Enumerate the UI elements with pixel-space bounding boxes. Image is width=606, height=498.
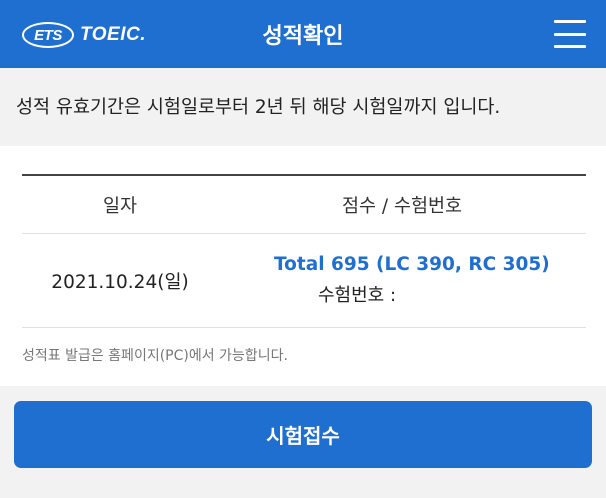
menu-bar: [554, 45, 586, 48]
score-table: 일자 점수 / 수험번호 2021.10.24(일) Total 695 (LC…: [22, 174, 586, 328]
certificate-footnote: 성적표 발급은 홈페이지(PC)에서 가능합니다.: [22, 348, 288, 364]
exam-number: 수험번호 :: [318, 285, 397, 306]
score-panel: 일자 점수 / 수험번호 2021.10.24(일) Total 695 (LC…: [0, 146, 606, 386]
hamburger-menu-icon[interactable]: [554, 20, 586, 48]
menu-bar: [554, 32, 586, 36]
table-row: 2021.10.24(일) Total 695 (LC 390, RC 305)…: [22, 234, 586, 328]
column-header-date: 일자: [102, 195, 138, 217]
table-header: 일자 점수 / 수험번호: [22, 176, 586, 234]
score-cell: Total 695 (LC 390, RC 305) 수험번호 :: [218, 254, 586, 307]
page-title: 성적확인: [262, 24, 344, 49]
exam-date: 2021.10.24(일): [51, 271, 189, 293]
column-header-score: 점수 / 수험번호: [341, 195, 463, 217]
menu-bar: [554, 20, 586, 23]
validity-notice: 성적 유효기간은 시험일로부터 2년 뒤 해당 시험일까지 입니다.: [0, 68, 606, 146]
total-score-link[interactable]: Total 695 (LC 390, RC 305): [218, 254, 586, 275]
exam-apply-button[interactable]: 시험접수: [14, 401, 592, 468]
app-header: ETS TOEIC. 성적확인: [0, 0, 606, 68]
